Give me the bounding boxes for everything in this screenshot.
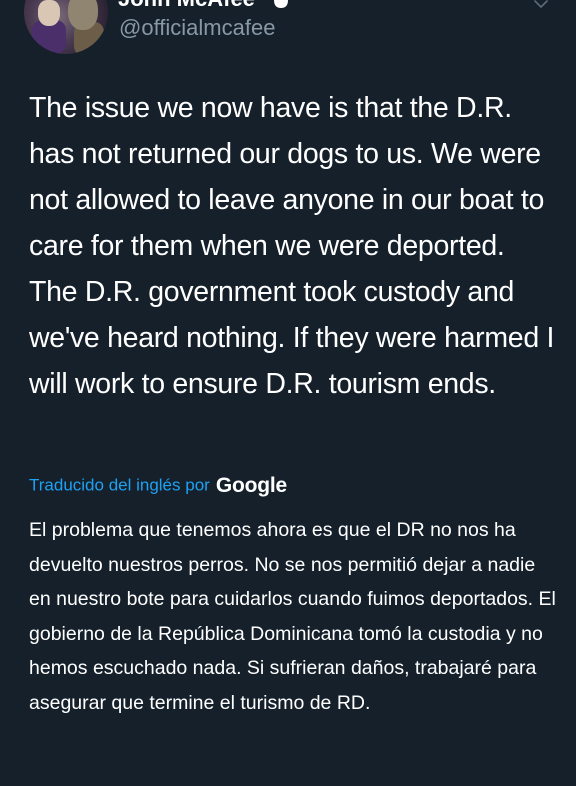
translated-tweet-text: El problema que tenemos ahora es que el …	[29, 519, 556, 714]
tweet-text: The issue we now have is that the D.R. h…	[29, 92, 555, 400]
user-handle[interactable]: @officialmcafee	[119, 14, 275, 42]
avatar-figure	[38, 0, 60, 26]
avatar-figure	[68, 0, 98, 30]
avatar[interactable]	[24, 0, 108, 54]
google-logo: Google	[215, 473, 287, 497]
display-name[interactable]: John McAfee	[118, 0, 255, 11]
translation-credit-label[interactable]: Traducido del inglés por	[29, 476, 210, 495]
verified-badge-icon	[274, 0, 288, 8]
chevron-down-icon[interactable]	[534, 0, 548, 8]
translation-credit[interactable]: Traducido del inglés por Google	[29, 470, 287, 500]
tweet-header: John McAfee @officialmcafee	[0, 0, 576, 60]
